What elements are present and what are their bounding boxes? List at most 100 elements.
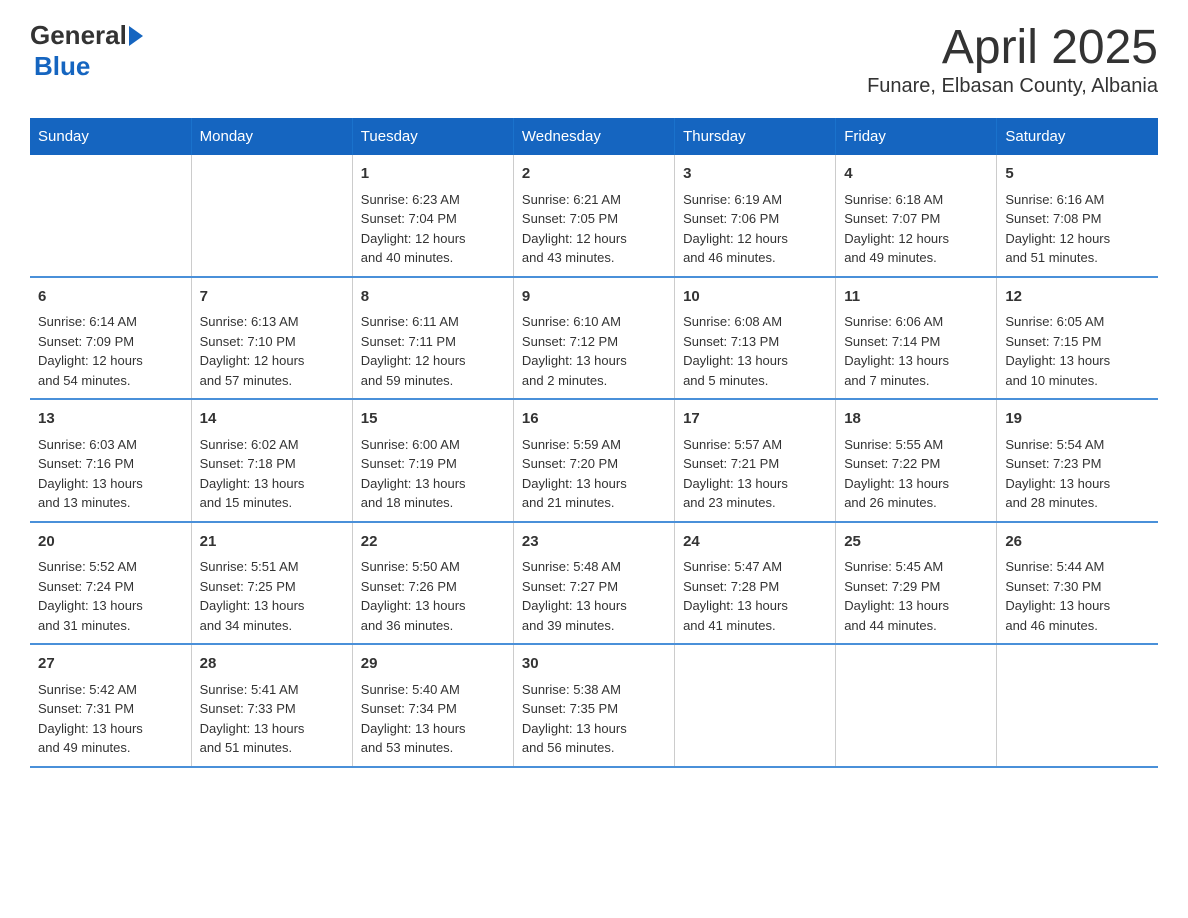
day-info: Sunrise: 5:45 AM Sunset: 7:29 PM Dayligh… (844, 557, 988, 635)
day-info: Sunrise: 5:57 AM Sunset: 7:21 PM Dayligh… (683, 435, 827, 513)
calendar-cell: 13 Sunrise: 6:03 AM Sunset: 7:16 PM Dayli… (30, 399, 191, 522)
header-cell-tuesday: Tuesday (352, 118, 513, 155)
calendar-cell (836, 644, 997, 767)
calendar-cell: 3 Sunrise: 6:19 AM Sunset: 7:06 PM Daylig… (675, 155, 836, 277)
calendar-cell: 7 Sunrise: 6:13 AM Sunset: 7:10 PM Daylig… (191, 277, 352, 400)
calendar-cell: 17Sunrise: 5:57 AM Sunset: 7:21 PM Dayli… (675, 399, 836, 522)
day-number: 25 (844, 531, 988, 554)
calendar-cell: 25 Sunrise: 5:45 AM Sunset: 7:29 PM Dayli… (836, 522, 997, 645)
calendar-cell: 4 Sunrise: 6:18 AM Sunset: 7:07 PM Daylig… (836, 155, 997, 277)
day-info: Sunrise: 6:00 AM Sunset: 7:19 PM Dayligh… (361, 435, 505, 513)
week-row-5: 27 Sunrise: 5:42 AM Sunset: 7:31 PM Dayli… (30, 644, 1158, 767)
day-info: Sunrise: 5:55 AM Sunset: 7:22 PM Dayligh… (844, 435, 988, 513)
header-cell-sunday: Sunday (30, 118, 191, 155)
page-header: General Blue April 2025 Funare, Elbasan … (30, 20, 1158, 98)
day-info: Sunrise: 5:52 AM Sunset: 7:24 PM Dayligh… (38, 557, 183, 635)
calendar-cell (997, 644, 1158, 767)
day-number: 21 (200, 531, 344, 554)
calendar-cell: 27 Sunrise: 5:42 AM Sunset: 7:31 PM Dayli… (30, 644, 191, 767)
day-number: 20 (38, 531, 183, 554)
location-title: Funare, Elbasan County, Albania (867, 75, 1158, 98)
day-info: Sunrise: 6:18 AM Sunset: 7:07 PM Dayligh… (844, 190, 988, 268)
calendar-cell: 15 Sunrise: 6:00 AM Sunset: 7:19 PM Dayli… (352, 399, 513, 522)
day-number: 9 (522, 286, 666, 309)
day-number: 29 (361, 653, 505, 676)
day-number: 27 (38, 653, 183, 676)
day-info: Sunrise: 6:19 AM Sunset: 7:06 PM Dayligh… (683, 190, 827, 268)
day-number: 30 (522, 653, 666, 676)
week-row-1: 1Sunrise: 6:23 AM Sunset: 7:04 PM Daylig… (30, 155, 1158, 277)
day-number: 22 (361, 531, 505, 554)
day-info: Sunrise: 6:08 AM Sunset: 7:13 PM Dayligh… (683, 312, 827, 390)
calendar-cell: 19 Sunrise: 5:54 AM Sunset: 7:23 PM Dayli… (997, 399, 1158, 522)
day-number: 19 (1005, 408, 1150, 431)
calendar-cell: 24Sunrise: 5:47 AM Sunset: 7:28 PM Dayli… (675, 522, 836, 645)
day-info: Sunrise: 6:14 AM Sunset: 7:09 PM Dayligh… (38, 312, 183, 390)
day-number: 26 (1005, 531, 1150, 554)
day-number: 15 (361, 408, 505, 431)
calendar-cell: 16 Sunrise: 5:59 AM Sunset: 7:20 PM Dayli… (513, 399, 674, 522)
day-number: 14 (200, 408, 344, 431)
header-cell-thursday: Thursday (675, 118, 836, 155)
calendar-cell: 11 Sunrise: 6:06 AM Sunset: 7:14 PM Dayli… (836, 277, 997, 400)
calendar-cell: 14Sunrise: 6:02 AM Sunset: 7:18 PM Dayli… (191, 399, 352, 522)
calendar-cell: 10 Sunrise: 6:08 AM Sunset: 7:13 PM Dayli… (675, 277, 836, 400)
day-info: Sunrise: 6:16 AM Sunset: 7:08 PM Dayligh… (1005, 190, 1150, 268)
logo-arrow-icon (129, 26, 143, 46)
calendar-cell: 2 Sunrise: 6:21 AM Sunset: 7:05 PM Daylig… (513, 155, 674, 277)
day-number: 16 (522, 408, 666, 431)
day-number: 3 (683, 163, 827, 186)
calendar-cell: 18 Sunrise: 5:55 AM Sunset: 7:22 PM Dayli… (836, 399, 997, 522)
day-info: Sunrise: 6:05 AM Sunset: 7:15 PM Dayligh… (1005, 312, 1150, 390)
day-info: Sunrise: 6:21 AM Sunset: 7:05 PM Dayligh… (522, 190, 666, 268)
day-info: Sunrise: 5:59 AM Sunset: 7:20 PM Dayligh… (522, 435, 666, 513)
header-row: SundayMondayTuesdayWednesdayThursdayFrid… (30, 118, 1158, 155)
calendar-cell (191, 155, 352, 277)
logo-general: General (30, 20, 127, 51)
calendar-cell: 23 Sunrise: 5:48 AM Sunset: 7:27 PM Dayli… (513, 522, 674, 645)
calendar-cell: 22 Sunrise: 5:50 AM Sunset: 7:26 PM Dayli… (352, 522, 513, 645)
day-info: Sunrise: 6:10 AM Sunset: 7:12 PM Dayligh… (522, 312, 666, 390)
calendar-cell: 5Sunrise: 6:16 AM Sunset: 7:08 PM Daylig… (997, 155, 1158, 277)
day-number: 8 (361, 286, 505, 309)
day-info: Sunrise: 5:42 AM Sunset: 7:31 PM Dayligh… (38, 680, 183, 758)
week-row-4: 20 Sunrise: 5:52 AM Sunset: 7:24 PM Dayli… (30, 522, 1158, 645)
day-number: 13 (38, 408, 183, 431)
calendar-cell: 29 Sunrise: 5:40 AM Sunset: 7:34 PM Dayli… (352, 644, 513, 767)
day-info: Sunrise: 5:44 AM Sunset: 7:30 PM Dayligh… (1005, 557, 1150, 635)
calendar-cell: 20 Sunrise: 5:52 AM Sunset: 7:24 PM Dayli… (30, 522, 191, 645)
day-info: Sunrise: 5:38 AM Sunset: 7:35 PM Dayligh… (522, 680, 666, 758)
day-number: 7 (200, 286, 344, 309)
header-cell-friday: Friday (836, 118, 997, 155)
day-info: Sunrise: 5:54 AM Sunset: 7:23 PM Dayligh… (1005, 435, 1150, 513)
calendar-cell: 6Sunrise: 6:14 AM Sunset: 7:09 PM Daylig… (30, 277, 191, 400)
calendar-cell: 9 Sunrise: 6:10 AM Sunset: 7:12 PM Daylig… (513, 277, 674, 400)
day-number: 18 (844, 408, 988, 431)
header-cell-wednesday: Wednesday (513, 118, 674, 155)
day-info: Sunrise: 5:48 AM Sunset: 7:27 PM Dayligh… (522, 557, 666, 635)
day-number: 28 (200, 653, 344, 676)
logo-blue: Blue (34, 51, 90, 82)
day-number: 2 (522, 163, 666, 186)
calendar-cell: 28 Sunrise: 5:41 AM Sunset: 7:33 PM Dayli… (191, 644, 352, 767)
calendar-cell: 30 Sunrise: 5:38 AM Sunset: 7:35 PM Dayli… (513, 644, 674, 767)
day-number: 11 (844, 286, 988, 309)
calendar-cell: 21Sunrise: 5:51 AM Sunset: 7:25 PM Dayli… (191, 522, 352, 645)
day-number: 24 (683, 531, 827, 554)
day-info: Sunrise: 5:50 AM Sunset: 7:26 PM Dayligh… (361, 557, 505, 635)
day-info: Sunrise: 6:11 AM Sunset: 7:11 PM Dayligh… (361, 312, 505, 390)
day-number: 1 (361, 163, 505, 186)
day-info: Sunrise: 6:03 AM Sunset: 7:16 PM Dayligh… (38, 435, 183, 513)
month-title: April 2025 (867, 20, 1158, 75)
day-number: 10 (683, 286, 827, 309)
day-info: Sunrise: 5:41 AM Sunset: 7:33 PM Dayligh… (200, 680, 344, 758)
week-row-2: 6Sunrise: 6:14 AM Sunset: 7:09 PM Daylig… (30, 277, 1158, 400)
day-number: 23 (522, 531, 666, 554)
calendar-cell: 1Sunrise: 6:23 AM Sunset: 7:04 PM Daylig… (352, 155, 513, 277)
day-info: Sunrise: 5:40 AM Sunset: 7:34 PM Dayligh… (361, 680, 505, 758)
calendar-table: SundayMondayTuesdayWednesdayThursdayFrid… (30, 118, 1158, 768)
day-info: Sunrise: 6:06 AM Sunset: 7:14 PM Dayligh… (844, 312, 988, 390)
day-info: Sunrise: 6:13 AM Sunset: 7:10 PM Dayligh… (200, 312, 344, 390)
day-number: 4 (844, 163, 988, 186)
calendar-header: SundayMondayTuesdayWednesdayThursdayFrid… (30, 118, 1158, 155)
